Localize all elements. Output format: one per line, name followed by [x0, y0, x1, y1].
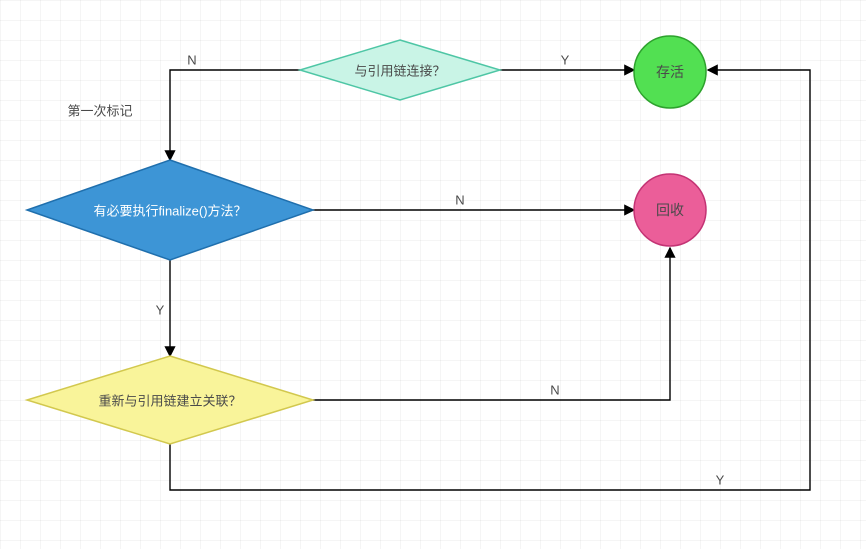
label-c1: 存活 — [656, 62, 684, 82]
label-edge-d1-yes: Y — [561, 53, 570, 68]
label-edge-d3-no: N — [550, 383, 559, 398]
label-edge-d2-yes: Y — [156, 303, 165, 318]
label-d3: 重新与引用链建立关联？ — [98, 391, 241, 410]
diagram-canvas: 与引用链连接？ 有必要执行finalize()方法？ 重新与引用链建立关联？ 存… — [0, 0, 866, 549]
label-d2: 有必要执行finalize()方法？ — [93, 201, 246, 220]
label-d1: 与引用链连接？ — [354, 61, 445, 80]
grid-background — [0, 0, 866, 549]
label-edge-first-mark: 第一次标记 — [67, 101, 132, 120]
label-edge-d2-no: N — [455, 193, 464, 208]
label-c2: 回收 — [656, 200, 684, 220]
label-edge-d1-no: N — [187, 53, 196, 68]
label-edge-d3-yes: Y — [716, 473, 725, 488]
